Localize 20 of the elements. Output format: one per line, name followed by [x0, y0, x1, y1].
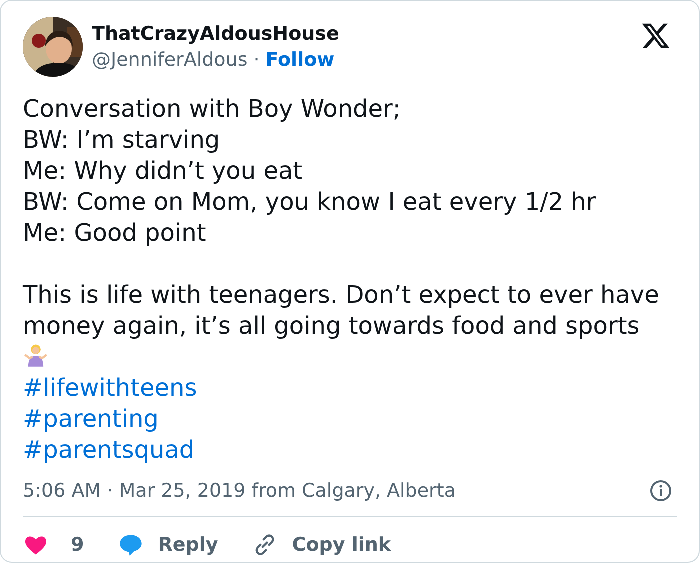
author-handle[interactable]: @JenniferAldous [92, 47, 248, 73]
hashtag-link[interactable]: #lifewithteens [23, 373, 198, 404]
hashtag-link[interactable]: #parenting [23, 404, 159, 435]
tweet-line: BW: Come on Mom, you know I eat every 1/2 hr [23, 187, 596, 218]
like-count: 9 [71, 534, 84, 556]
separator: · [254, 48, 260, 73]
author-name[interactable]: ThatCrazyAldousHouse [92, 21, 632, 47]
info-icon[interactable] [649, 479, 673, 503]
tweet-line: Me: Good point [23, 218, 206, 249]
tweet-text: This is life with teenagers. Don’t expect to ever have money again, it’s all going towards food and sports [23, 281, 660, 340]
tweet-line: BW: I’m starving [23, 125, 220, 156]
x-logo-icon[interactable] [641, 21, 671, 51]
reply-button[interactable]: Reply [118, 532, 218, 558]
hashtag-link[interactable]: #parentsquad [23, 435, 195, 466]
copy-link-button[interactable]: Copy link [252, 532, 392, 558]
tweet-line: Me: Why didn’t you eat [23, 156, 303, 187]
tweet-line: Conversation with Boy Wonder; [23, 94, 401, 125]
timestamp[interactable]: 5:06 AM · Mar 25, 2019 from Calgary, Alberta [23, 480, 456, 502]
shrugging-person-icon [23, 342, 49, 368]
follow-link[interactable]: Follow [266, 47, 335, 73]
